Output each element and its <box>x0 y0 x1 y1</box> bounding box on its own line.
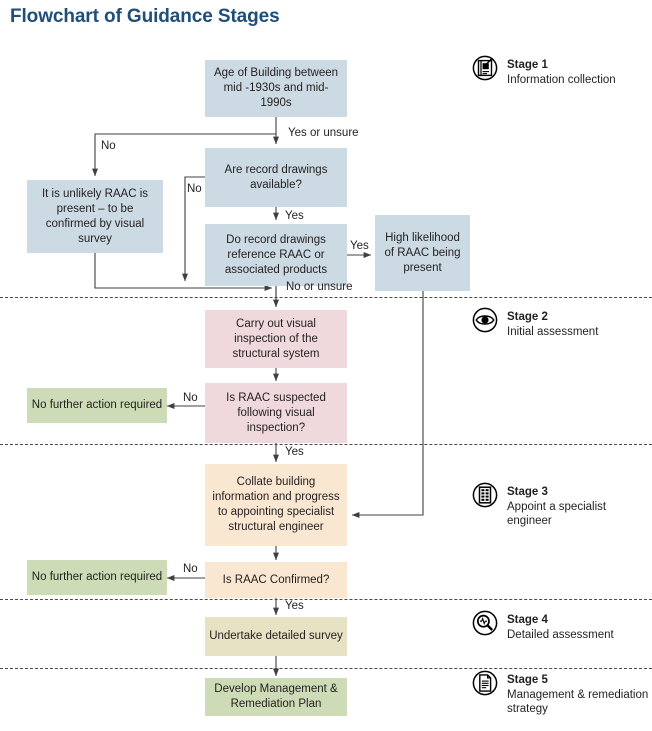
node-no-further-action-1-label: No further action required <box>31 399 163 411</box>
node-visual-inspection-label: Carry out visual inspection of the struc… <box>232 317 320 360</box>
edge-label-yes-or-unsure: Yes or unsure <box>288 127 359 139</box>
stage-1-title: Stage 1 <box>507 59 548 71</box>
node-no-further-action-1[interactable]: No further action required <box>27 388 167 423</box>
stage-divider-1 <box>0 297 652 298</box>
node-collate-building-info-label: Collate building information and progres… <box>212 476 340 533</box>
node-raac-suspected-label: Is RAAC suspected following visual inspe… <box>226 391 326 434</box>
node-detailed-survey[interactable]: Undertake detailed survey <box>205 617 347 656</box>
stage-4-title: Stage 4 <box>507 614 548 626</box>
stage-4-subtitle: Detailed assessment <box>507 628 614 641</box>
stage-1-text: Stage 1 Information collection <box>507 58 616 87</box>
node-raac-confirmed[interactable]: Is RAAC Confirmed? <box>205 562 347 598</box>
node-collate-building-info[interactable]: Collate building information and progres… <box>205 464 347 546</box>
node-detailed-survey-label: Undertake detailed survey <box>209 630 343 642</box>
stage-1-subtitle: Information collection <box>507 73 616 86</box>
node-record-drawings-available[interactable]: Are record drawings available? <box>205 148 347 207</box>
stage-5-text: Stage 5 Management & remediation strateg… <box>507 673 652 717</box>
edge-label-no-suspected: No <box>183 392 198 404</box>
edge-label-no-confirmed: No <box>183 563 198 575</box>
node-management-plan-label: Develop Management & Remediation Plan <box>214 683 338 710</box>
node-record-drawings-available-label: Are record drawings available? <box>224 163 328 191</box>
stage-5: Stage 5 Management & remediation strateg… <box>472 670 652 717</box>
magnifier-icon <box>472 610 498 636</box>
node-unlikely-raac[interactable]: It is unlikely RAAC is present – to be c… <box>27 180 163 253</box>
node-age-of-building-label: Age of Building between mid -1930s and m… <box>213 67 339 109</box>
edge-label-yes-drawings: Yes <box>285 210 304 222</box>
stage-4: Stage 4 Detailed assessment <box>472 610 614 642</box>
stage-5-subtitle: Management & remediation strategy <box>507 688 649 716</box>
stage-divider-4 <box>0 668 652 669</box>
stage-3-title: Stage 3 <box>507 486 548 498</box>
node-raac-confirmed-label: Is RAAC Confirmed? <box>222 573 330 586</box>
eye-icon <box>472 307 498 333</box>
stage-2-text: Stage 2 Initial assessment <box>507 310 598 339</box>
flowchart-canvas: Age of Building between mid -1930s and m… <box>0 0 652 731</box>
node-no-further-action-2[interactable]: No further action required <box>27 560 167 595</box>
node-unlikely-raac-label: It is unlikely RAAC is present – to be c… <box>41 187 149 245</box>
stage-divider-2 <box>0 444 652 445</box>
node-no-further-action-2-label: No further action required <box>31 571 163 583</box>
node-management-plan[interactable]: Develop Management & Remediation Plan <box>205 678 347 716</box>
stage-5-title: Stage 5 <box>507 674 548 686</box>
edge-label-no-age: No <box>101 140 116 152</box>
node-visual-inspection[interactable]: Carry out visual inspection of the struc… <box>205 310 347 368</box>
edge-label-yes-reference: Yes <box>350 240 369 252</box>
node-high-likelihood-label: High likelihood of RAAC being present <box>384 231 461 274</box>
stage-2: Stage 2 Initial assessment <box>472 307 598 339</box>
building-icon <box>472 482 498 508</box>
edge-label-no-drawings: No <box>187 183 202 195</box>
node-age-of-building[interactable]: Age of Building between mid -1930s and m… <box>205 60 347 117</box>
form-document-icon <box>472 55 498 81</box>
node-high-likelihood[interactable]: High likelihood of RAAC being present <box>375 215 470 291</box>
stage-3: Stage 3 Appoint a specialist engineer <box>472 482 652 529</box>
edge-label-no-or-unsure: No or unsure <box>286 281 353 293</box>
node-drawings-reference-raac[interactable]: Do record drawings reference RAAC or ass… <box>205 224 347 286</box>
stage-3-subtitle: Appoint a specialist engineer <box>507 500 607 528</box>
document-icon <box>472 670 498 696</box>
stage-2-title: Stage 2 <box>507 311 548 323</box>
edge-label-yes-confirmed: Yes <box>285 600 304 612</box>
stage-1: Stage 1 Information collection <box>472 55 616 87</box>
edge-label-yes-suspected: Yes <box>285 446 304 458</box>
stage-4-text: Stage 4 Detailed assessment <box>507 613 614 642</box>
node-drawings-reference-raac-label: Do record drawings reference RAAC or ass… <box>224 233 328 276</box>
stage-divider-3 <box>0 599 652 600</box>
node-raac-suspected[interactable]: Is RAAC suspected following visual inspe… <box>205 383 347 443</box>
stage-2-subtitle: Initial assessment <box>507 325 599 338</box>
stage-3-text: Stage 3 Appoint a specialist engineer <box>507 485 652 529</box>
